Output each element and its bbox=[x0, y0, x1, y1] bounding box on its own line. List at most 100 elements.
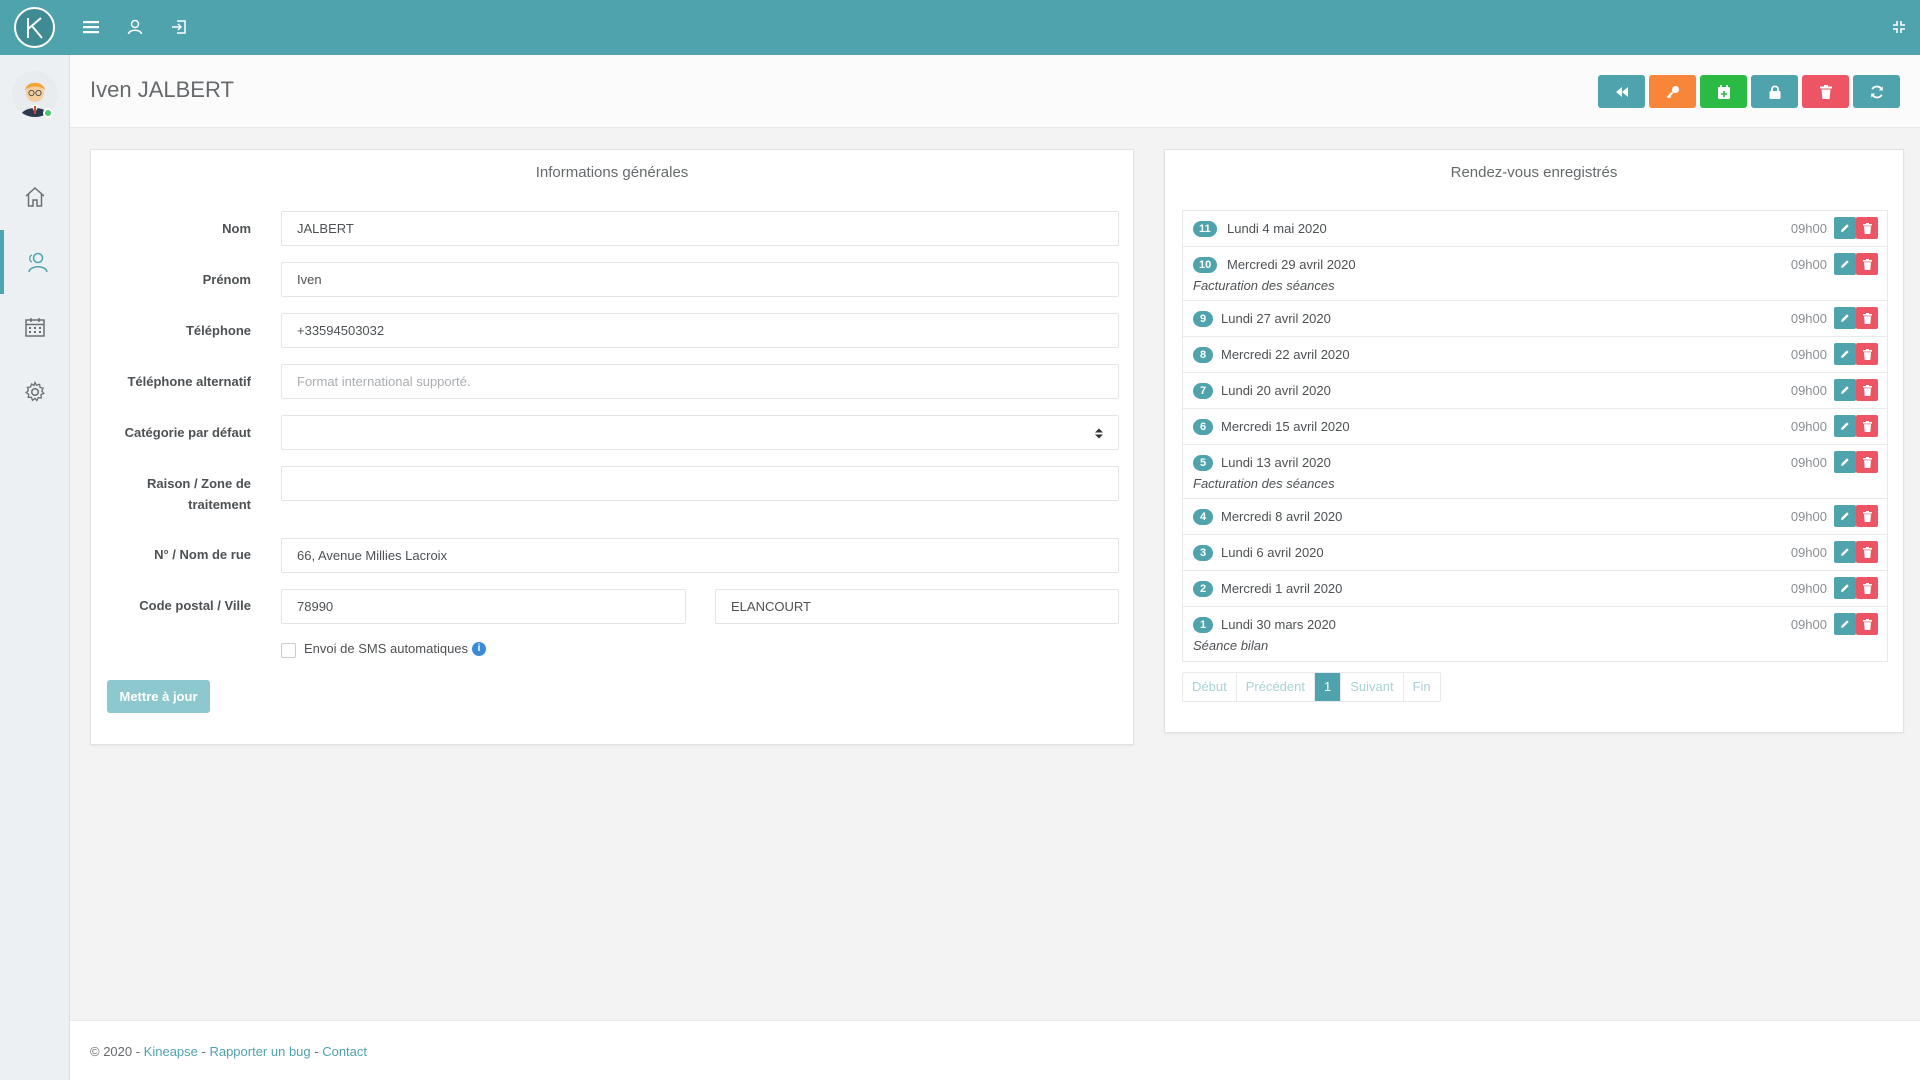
sidebar-item-calendar[interactable] bbox=[0, 295, 70, 359]
info-icon[interactable]: i bbox=[472, 642, 486, 656]
appointment-date: Lundi 30 mars 2020 bbox=[1221, 617, 1336, 632]
edit-appointment-button[interactable] bbox=[1834, 217, 1856, 239]
appointment-row[interactable]: 2 Mercredi 1 avril 2020 09h00 bbox=[1183, 571, 1887, 607]
appointment-row[interactable]: 8 Mercredi 22 avril 2020 09h00 bbox=[1183, 337, 1887, 373]
key-button[interactable] bbox=[1649, 75, 1696, 108]
lock-button[interactable] bbox=[1751, 75, 1798, 108]
appointment-row[interactable]: 3 Lundi 6 avril 2020 09h00 bbox=[1183, 535, 1887, 571]
delete-appointment-button[interactable] bbox=[1856, 577, 1878, 599]
appointment-number-badge: 6 bbox=[1193, 419, 1213, 435]
appointment-time: 09h00 bbox=[1790, 257, 1827, 272]
footer-link-kineapse[interactable]: Kineapse bbox=[144, 1044, 198, 1059]
telephone-alt-input[interactable]: Format international supporté. bbox=[281, 364, 1119, 399]
edit-appointment-button[interactable] bbox=[1834, 613, 1856, 635]
compress-icon[interactable] bbox=[1888, 16, 1910, 38]
edit-appointment-button[interactable] bbox=[1834, 253, 1856, 275]
sidebar bbox=[0, 55, 70, 1080]
edit-appointment-button[interactable] bbox=[1834, 505, 1856, 527]
footer-separator-1: - bbox=[197, 1044, 210, 1059]
delete-appointment-button[interactable] bbox=[1856, 217, 1878, 239]
telephone-alt-label: Téléphone alternatif bbox=[127, 374, 251, 389]
edit-appointment-button[interactable] bbox=[1834, 577, 1856, 599]
update-button[interactable]: Mettre à jour bbox=[107, 680, 210, 713]
sms-checkbox[interactable] bbox=[281, 643, 296, 658]
raison-input[interactable] bbox=[281, 466, 1119, 501]
refresh-button[interactable] bbox=[1853, 75, 1900, 108]
trash-icon bbox=[1862, 546, 1872, 558]
appointment-date: Lundi 6 avril 2020 bbox=[1221, 545, 1324, 560]
sidebar-item-home[interactable] bbox=[0, 165, 70, 229]
edit-appointment-button[interactable] bbox=[1834, 541, 1856, 563]
telephone-input[interactable]: +33594503032 bbox=[281, 313, 1119, 348]
pager-prev[interactable]: Précédent bbox=[1237, 673, 1315, 701]
menu-toggle-icon[interactable] bbox=[80, 16, 102, 38]
calendar-plus-icon bbox=[1717, 84, 1730, 99]
appointment-row[interactable]: 4 Mercredi 8 avril 2020 09h00 bbox=[1183, 499, 1887, 535]
home-icon bbox=[25, 186, 45, 207]
pager-first[interactable]: Début bbox=[1183, 673, 1237, 701]
delete-appointment-button[interactable] bbox=[1856, 415, 1878, 437]
prenom-input[interactable]: Iven bbox=[281, 262, 1119, 297]
delete-appointment-button[interactable] bbox=[1856, 451, 1878, 473]
footer-link-contact[interactable]: Contact bbox=[322, 1044, 367, 1059]
add-appointment-button[interactable] bbox=[1700, 75, 1747, 108]
appointment-row[interactable]: 5 Lundi 13 avril 2020 Facturation des séan… bbox=[1183, 445, 1887, 499]
edit-appointment-button[interactable] bbox=[1834, 307, 1856, 329]
edit-appointment-button[interactable] bbox=[1834, 451, 1856, 473]
appointment-time: 09h00 bbox=[1790, 383, 1827, 398]
appointment-number-badge: 10 bbox=[1193, 257, 1218, 273]
pager-last[interactable]: Fin bbox=[1404, 673, 1440, 701]
delete-patient-button[interactable] bbox=[1802, 75, 1849, 108]
appointment-date: Mercredi 8 avril 2020 bbox=[1221, 509, 1343, 524]
categorie-select[interactable] bbox=[281, 415, 1119, 450]
code-postal-input[interactable]: 78990 bbox=[281, 589, 686, 624]
back-button[interactable] bbox=[1598, 75, 1645, 108]
pencil-icon bbox=[1840, 547, 1850, 557]
appointment-row[interactable]: 7 Lundi 20 avril 2020 09h00 bbox=[1183, 373, 1887, 409]
gear-icon bbox=[25, 381, 45, 402]
pager-current[interactable]: 1 bbox=[1314, 673, 1342, 701]
appointment-number-badge: 4 bbox=[1193, 509, 1213, 525]
delete-appointment-button[interactable] bbox=[1856, 379, 1878, 401]
logout-icon[interactable] bbox=[168, 16, 190, 38]
appointment-row[interactable]: 11 Lundi 4 mai 2020 09h00 bbox=[1183, 211, 1887, 247]
nom-label: Nom bbox=[222, 221, 251, 236]
user-profile-icon[interactable] bbox=[124, 16, 146, 38]
raison-label: Raison / Zone de traitement bbox=[91, 473, 251, 515]
delete-appointment-button[interactable] bbox=[1856, 505, 1878, 527]
delete-appointment-button[interactable] bbox=[1856, 343, 1878, 365]
appointment-number-badge: 8 bbox=[1193, 347, 1213, 363]
ville-input[interactable]: ELANCOURT bbox=[715, 589, 1119, 624]
sidebar-item-patients[interactable] bbox=[0, 230, 70, 294]
edit-appointment-button[interactable] bbox=[1834, 379, 1856, 401]
pager-next[interactable]: Suivant bbox=[1341, 673, 1404, 701]
page-title: Iven JALBERT bbox=[90, 77, 234, 102]
rue-input[interactable]: 66, Avenue Millies Lacroix bbox=[281, 538, 1119, 573]
delete-appointment-button[interactable] bbox=[1856, 253, 1878, 275]
edit-appointment-button[interactable] bbox=[1834, 415, 1856, 437]
appointment-row[interactable]: 10 Mercredi 29 avril 2020 Facturation des … bbox=[1183, 247, 1887, 301]
delete-appointment-button[interactable] bbox=[1856, 307, 1878, 329]
select-arrows-icon bbox=[1095, 428, 1103, 439]
trash-icon bbox=[1819, 84, 1832, 99]
cp-ville-label: Code postal / Ville bbox=[139, 598, 251, 613]
delete-appointment-button[interactable] bbox=[1856, 613, 1878, 635]
appointment-time: 09h00 bbox=[1790, 455, 1827, 470]
pencil-icon bbox=[1840, 421, 1850, 431]
edit-appointment-button[interactable] bbox=[1834, 343, 1856, 365]
appointment-row[interactable]: 9 Lundi 27 avril 2020 09h00 bbox=[1183, 301, 1887, 337]
app-logo[interactable] bbox=[14, 7, 55, 48]
trash-icon bbox=[1862, 312, 1872, 324]
appointment-row[interactable]: 1 Lundi 30 mars 2020 Séance bilan 09h00 bbox=[1183, 607, 1887, 661]
appointment-row[interactable]: 6 Mercredi 15 avril 2020 09h00 bbox=[1183, 409, 1887, 445]
top-navbar bbox=[0, 0, 1920, 55]
pencil-icon bbox=[1840, 385, 1850, 395]
raison-label-line1: Raison / Zone de bbox=[146, 476, 251, 491]
trash-icon bbox=[1862, 618, 1872, 630]
pencil-icon bbox=[1840, 223, 1850, 233]
appointment-date: Lundi 4 mai 2020 bbox=[1227, 221, 1327, 236]
delete-appointment-button[interactable] bbox=[1856, 541, 1878, 563]
footer-link-bug[interactable]: Rapporter un bug bbox=[209, 1044, 310, 1059]
sidebar-item-settings[interactable] bbox=[0, 360, 70, 424]
nom-input[interactable]: JALBERT bbox=[281, 211, 1119, 246]
